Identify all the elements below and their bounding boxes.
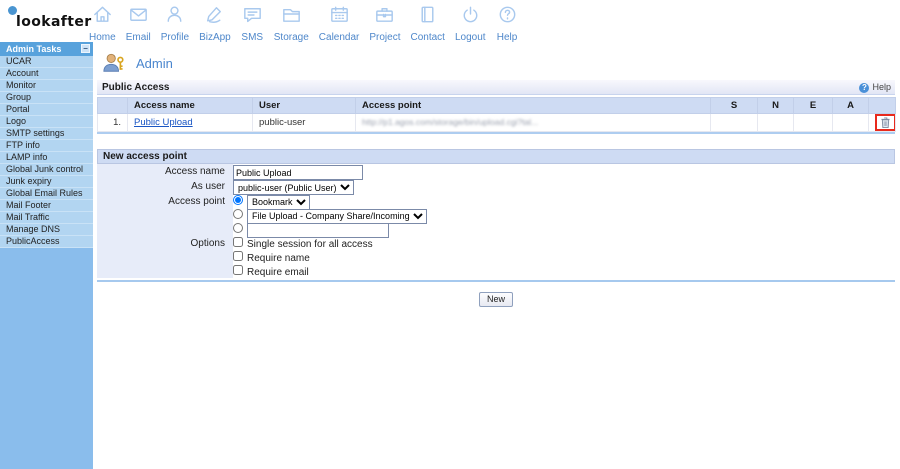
section-title: Public Access: [102, 82, 169, 93]
logout-icon: [459, 3, 482, 31]
form-separator-line: [97, 280, 895, 282]
row-s-cell: [711, 114, 758, 132]
access-point-label: Access point: [97, 196, 233, 207]
sidebar-item-list: UCARAccountMonitorGroupPortalLogoSMTP se…: [0, 56, 93, 248]
nav-item-help[interactable]: Help: [491, 3, 524, 43]
project-icon: [373, 3, 396, 31]
nav-item-project[interactable]: Project: [364, 3, 405, 43]
table-row: 1. Public Upload public-user http://p1.a…: [98, 114, 896, 132]
sidebar-item-portal[interactable]: Portal: [0, 104, 93, 116]
row-a-cell: [833, 114, 869, 132]
sidebar-item-mail-traffic[interactable]: Mail Traffic: [0, 212, 93, 224]
email-icon: [127, 3, 150, 31]
calendar-icon: [328, 3, 351, 31]
col-access-name: Access name: [128, 98, 253, 114]
sidebar-item-lamp-info[interactable]: LAMP info: [0, 152, 93, 164]
row-e-cell: [794, 114, 833, 132]
sidebar-item-ftp-info[interactable]: FTP info: [0, 140, 93, 152]
col-access-point: Access point: [356, 98, 711, 114]
sidebar: Admin Tasks − UCARAccountMonitorGroupPor…: [0, 42, 93, 469]
option-checkbox-require-name[interactable]: [233, 251, 243, 261]
nav-item-sms[interactable]: SMS: [236, 3, 269, 43]
sidebar-header: Admin Tasks −: [0, 42, 93, 56]
storage-icon: [280, 3, 303, 31]
sidebar-header-label: Admin Tasks: [6, 44, 61, 54]
admin-user-icon: [100, 52, 127, 74]
table-underline: [97, 132, 895, 134]
sidebar-item-smtp-settings[interactable]: SMTP settings: [0, 128, 93, 140]
nav-item-email[interactable]: Email: [121, 3, 156, 43]
row-access-point-redacted: http://p1.agos.com/storage/bin/upload.cg…: [362, 117, 538, 127]
nav-item-bizapp[interactable]: BizApp: [194, 3, 236, 43]
sms-icon: [241, 3, 264, 31]
nav-item-profile[interactable]: Profile: [156, 3, 194, 43]
table-header-row: Access name User Access point S N E A: [98, 98, 896, 114]
topbar: lookafter HomeEmailProfileBizAppSMSStora…: [0, 0, 900, 43]
file-upload-radio[interactable]: [233, 209, 243, 219]
col-n: N: [758, 98, 794, 114]
annotation-highlight-box: [875, 114, 896, 131]
col-user: User: [253, 98, 356, 114]
option-checkbox-require-email[interactable]: [233, 265, 243, 275]
new-button[interactable]: New: [479, 292, 513, 307]
bizapp-icon: [203, 3, 226, 31]
new-access-point-form: Access name As user public-user (Public …: [97, 164, 895, 278]
main-content: Admin Public Access ? Help Access name U…: [93, 42, 900, 469]
profile-icon: [163, 3, 186, 31]
col-e: E: [794, 98, 833, 114]
option-label: Require email: [247, 267, 309, 278]
row-n-cell: [758, 114, 794, 132]
col-actions: [869, 98, 896, 114]
help-link-label: Help: [872, 80, 891, 95]
nav-item-storage[interactable]: Storage: [269, 3, 314, 43]
col-s: S: [711, 98, 758, 114]
help-icon: [496, 3, 519, 31]
col-rownum: [98, 98, 128, 114]
home-icon: [91, 3, 114, 31]
access-name-link[interactable]: Public Upload: [134, 117, 193, 128]
sidebar-item-publicaccess[interactable]: PublicAccess: [0, 236, 93, 248]
row-user: public-user: [253, 114, 356, 132]
sidebar-item-global-email-rules[interactable]: Global Email Rules: [0, 188, 93, 200]
sidebar-item-global-junk-control[interactable]: Global Junk control: [0, 164, 93, 176]
col-a: A: [833, 98, 869, 114]
access-name-label: Access name: [97, 166, 233, 177]
row-number: 1.: [98, 114, 128, 132]
nav-item-calendar[interactable]: Calendar: [314, 3, 365, 43]
button-row: New: [93, 289, 899, 307]
page-title: Admin: [136, 56, 173, 71]
custom-point-radio[interactable]: [233, 223, 243, 233]
sidebar-item-junk-expiry[interactable]: Junk expiry: [0, 176, 93, 188]
new-access-point-section-bar: New access point: [97, 149, 895, 164]
app-logo: lookafter: [16, 14, 92, 30]
help-link[interactable]: ? Help: [859, 80, 891, 95]
contact-icon: [416, 3, 439, 31]
sidebar-item-group[interactable]: Group: [0, 92, 93, 104]
nav-item-home[interactable]: Home: [84, 3, 121, 43]
as-user-label: As user: [97, 181, 233, 192]
sidebar-item-ucar[interactable]: UCAR: [0, 56, 93, 68]
sidebar-item-logo[interactable]: Logo: [0, 116, 93, 128]
collapse-icon[interactable]: −: [81, 44, 90, 53]
sidebar-item-mail-footer[interactable]: Mail Footer: [0, 200, 93, 212]
option-checkbox-single-session-for-all-access[interactable]: [233, 237, 243, 247]
public-access-table: Access name User Access point S N E A 1.…: [97, 97, 896, 132]
sidebar-item-monitor[interactable]: Monitor: [0, 80, 93, 92]
bookmark-radio[interactable]: [233, 195, 243, 205]
top-navigation: HomeEmailProfileBizAppSMSStorageCalendar…: [84, 3, 524, 43]
delete-trash-icon[interactable]: [880, 117, 891, 128]
page-header: Admin: [100, 52, 900, 74]
nav-item-contact[interactable]: Contact: [406, 3, 450, 43]
sidebar-item-manage-dns[interactable]: Manage DNS: [0, 224, 93, 236]
sidebar-item-account[interactable]: Account: [0, 68, 93, 80]
options-label: Options: [97, 238, 233, 249]
help-circle-icon: ?: [859, 83, 869, 93]
nav-item-logout[interactable]: Logout: [450, 3, 491, 43]
public-access-section-bar: Public Access ? Help: [97, 80, 895, 95]
